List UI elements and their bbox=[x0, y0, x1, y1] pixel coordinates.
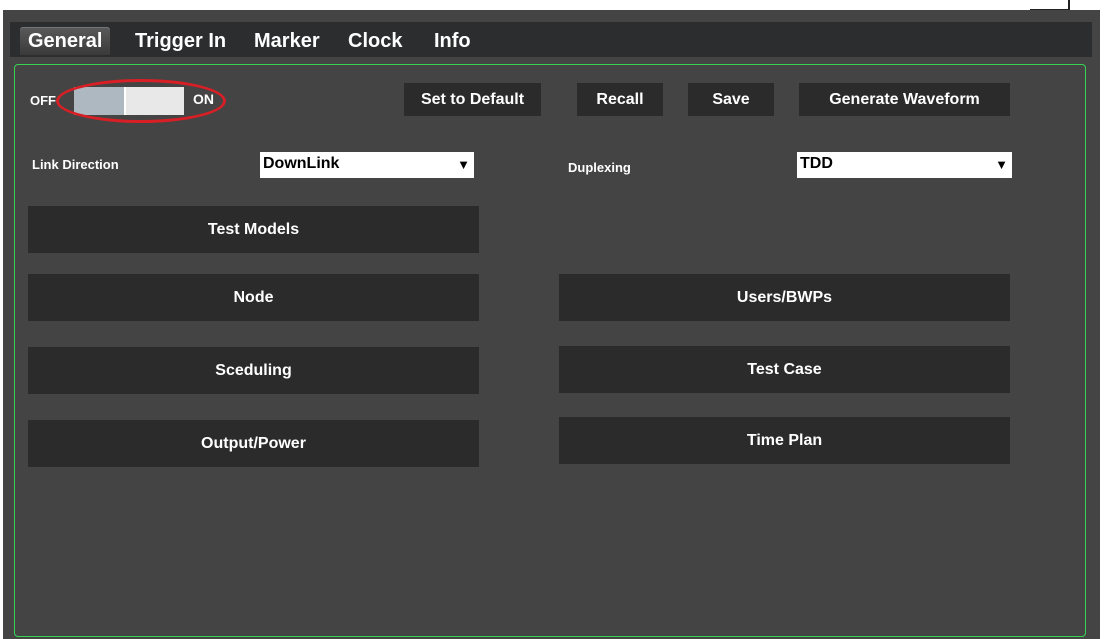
tab-bar: General Trigger In Marker Clock Info bbox=[10, 22, 1092, 57]
duplexing-select[interactable]: TDD ▼ bbox=[797, 152, 1012, 178]
tab-trigger-in[interactable]: Trigger In bbox=[127, 27, 234, 55]
output-power-button[interactable]: Output/Power bbox=[28, 420, 479, 467]
general-panel: OFF ON Set to Default Recall Save Genera… bbox=[14, 64, 1086, 637]
on-off-toggle[interactable] bbox=[74, 87, 184, 115]
toggle-on-label: ON bbox=[193, 91, 214, 107]
save-button[interactable]: Save bbox=[688, 83, 774, 116]
link-direction-select[interactable]: DownLink ▼ bbox=[260, 152, 474, 178]
tab-general[interactable]: General bbox=[20, 27, 111, 55]
node-button[interactable]: Node bbox=[28, 274, 479, 321]
generate-waveform-button[interactable]: Generate Waveform bbox=[799, 83, 1010, 116]
window-corner-mark bbox=[1030, 0, 1070, 10]
tab-clock[interactable]: Clock bbox=[340, 27, 410, 55]
link-direction-label: Link Direction bbox=[32, 157, 119, 172]
test-models-button[interactable]: Test Models bbox=[28, 206, 479, 253]
tab-marker[interactable]: Marker bbox=[246, 27, 328, 55]
set-to-default-button[interactable]: Set to Default bbox=[404, 83, 541, 116]
duplexing-value: TDD bbox=[800, 155, 833, 172]
chevron-down-icon: ▼ bbox=[995, 157, 1008, 172]
recall-button[interactable]: Recall bbox=[577, 83, 663, 116]
sceduling-button[interactable]: Sceduling bbox=[28, 347, 479, 394]
duplexing-label: Duplexing bbox=[568, 160, 631, 175]
toggle-off-label: OFF bbox=[30, 93, 56, 108]
top-strip bbox=[3, 0, 1100, 10]
toggle-fill bbox=[74, 87, 124, 115]
app-window: General Trigger In Marker Clock Info OFF… bbox=[3, 0, 1100, 639]
toggle-divider bbox=[123, 87, 126, 115]
chevron-down-icon: ▼ bbox=[457, 157, 470, 172]
users-bwps-button[interactable]: Users/BWPs bbox=[559, 274, 1010, 321]
link-direction-value: DownLink bbox=[263, 155, 340, 172]
tab-info[interactable]: Info bbox=[426, 27, 479, 55]
time-plan-button[interactable]: Time Plan bbox=[559, 417, 1010, 464]
test-case-button[interactable]: Test Case bbox=[559, 346, 1010, 393]
